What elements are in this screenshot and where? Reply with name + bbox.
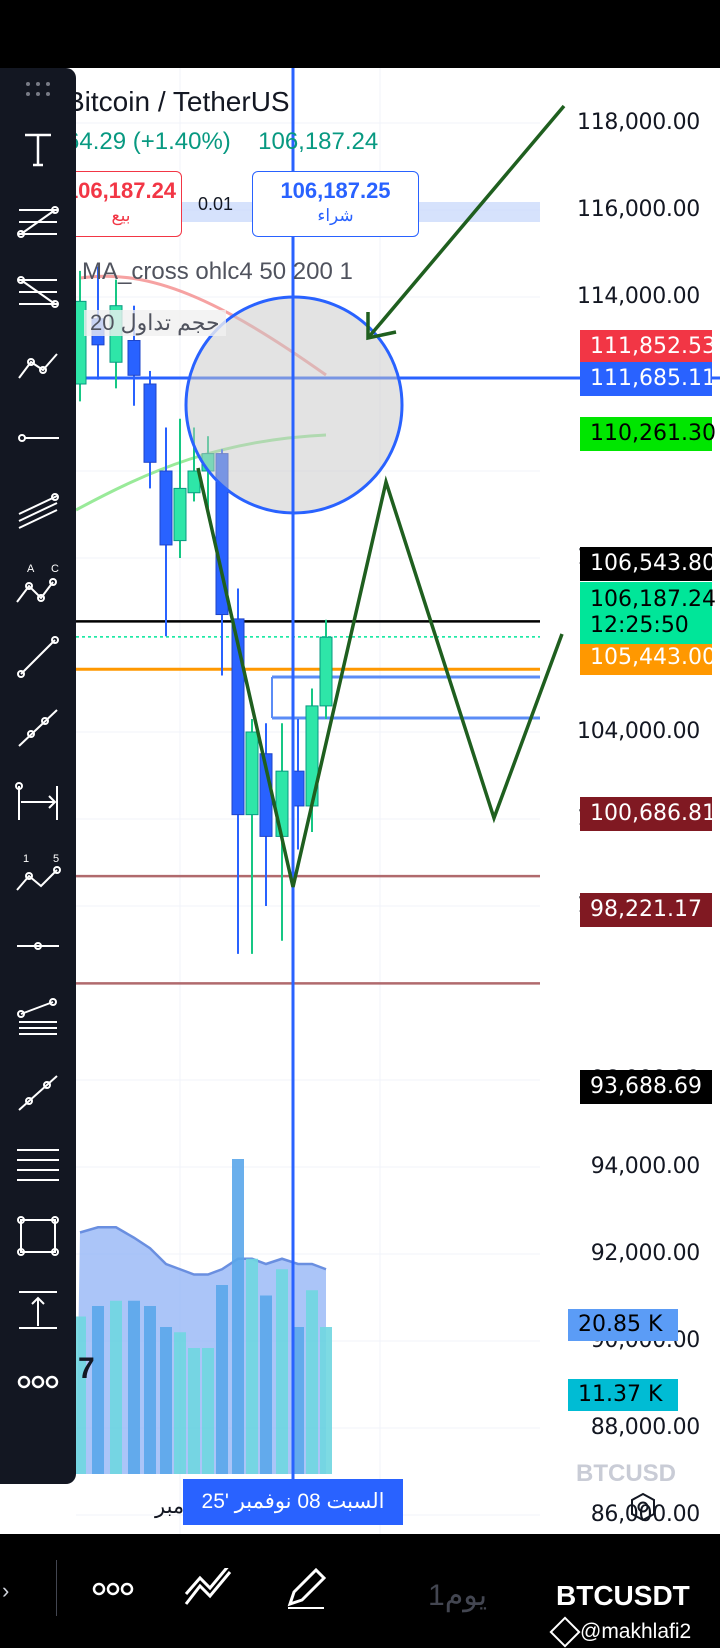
sell-label: بيع bbox=[111, 206, 131, 225]
partial-value: 7 bbox=[78, 1352, 95, 1385]
fib-retracement-icon[interactable] bbox=[8, 194, 68, 250]
chart-area[interactable]: 118,000.00116,000.00114,000.00108,000.00… bbox=[0, 68, 720, 1534]
price-tag: 106,543.80 bbox=[580, 547, 716, 581]
settings-icon[interactable] bbox=[626, 1490, 660, 1524]
volume-bar bbox=[128, 1300, 140, 1474]
indicators-icon[interactable] bbox=[184, 1563, 232, 1613]
candle-body bbox=[143, 383, 157, 463]
price-tag: 98,221.17 bbox=[580, 893, 712, 927]
volume-bar bbox=[260, 1295, 272, 1474]
volume-bar bbox=[188, 1348, 200, 1474]
buy-label: شراء bbox=[317, 206, 354, 225]
svg-text:A: A bbox=[27, 563, 35, 575]
price-tag: 11.37 K bbox=[568, 1379, 678, 1411]
volume-bar bbox=[320, 1327, 332, 1474]
current-price-tag: 106,187.24 12:25:50 bbox=[580, 582, 716, 644]
extended-line-icon[interactable] bbox=[8, 1064, 68, 1120]
candle-body bbox=[245, 731, 259, 816]
volume-bar bbox=[306, 1290, 318, 1474]
grip-icon[interactable] bbox=[8, 74, 68, 104]
volume-bar bbox=[246, 1258, 258, 1474]
interval-button[interactable]: يوم1 bbox=[428, 1578, 487, 1613]
volume-bar bbox=[92, 1306, 104, 1474]
symbol-title[interactable]: Bitcoin / TetherUS bbox=[66, 86, 290, 118]
volume-bar bbox=[202, 1348, 214, 1474]
measure-icon[interactable] bbox=[8, 774, 68, 830]
volume-bar bbox=[232, 1159, 244, 1474]
buy-button[interactable]: 106,187.25 شراء bbox=[252, 171, 419, 237]
volume-bar bbox=[216, 1285, 228, 1474]
price-tag: 20.85 K bbox=[568, 1309, 678, 1341]
price-tag: 111,852.53 bbox=[580, 330, 716, 364]
price-axis-label: 88,000.00 bbox=[590, 1415, 701, 1440]
price-axis-label: 104,000.00 bbox=[577, 719, 700, 744]
pitchfork-icon[interactable] bbox=[8, 990, 68, 1046]
price-tag: 110,261.30 bbox=[580, 417, 716, 451]
more-icon[interactable] bbox=[8, 1354, 68, 1410]
price-tag: 93,688.69 bbox=[580, 1070, 712, 1104]
countdown: 12:25:50 bbox=[590, 613, 689, 638]
volume-bar bbox=[276, 1269, 288, 1474]
current-price: 106,187.24 bbox=[590, 587, 716, 612]
price-axis-label: 92,000.00 bbox=[590, 1241, 701, 1266]
date-left-label: مبر bbox=[155, 1495, 185, 1518]
candle-body bbox=[159, 470, 173, 546]
ma-cross-legend[interactable]: MA_cross ohlc4 50 200 1 bbox=[82, 258, 353, 286]
price-axis-label: 94,000.00 bbox=[590, 1154, 701, 1179]
candle-body bbox=[173, 487, 187, 542]
chevron-right-icon[interactable]: › bbox=[2, 1578, 9, 1604]
ray-icon[interactable] bbox=[8, 700, 68, 756]
credit-row: @makhlafi2 bbox=[549, 1616, 692, 1648]
binance-logo-icon bbox=[549, 1616, 581, 1648]
rectangle-icon[interactable] bbox=[8, 1208, 68, 1264]
price-tag: 105,443.00 bbox=[580, 641, 716, 675]
price-tag: 111,685.11 bbox=[580, 362, 716, 396]
sell-price: 106,187.24 bbox=[65, 178, 177, 203]
volume-bar bbox=[160, 1327, 172, 1474]
volume-bar bbox=[110, 1300, 122, 1474]
buy-price: 106,187.25 bbox=[280, 178, 391, 203]
abcd-pattern-icon[interactable]: AC bbox=[8, 556, 68, 612]
volume-bar bbox=[174, 1332, 186, 1474]
parallel-channel-icon[interactable] bbox=[8, 484, 68, 540]
price-range-icon[interactable] bbox=[8, 1282, 68, 1338]
fib-extension-icon[interactable] bbox=[8, 266, 68, 322]
symbol-stats: 64.29 (+1.40%) 106,187.24 bbox=[66, 128, 378, 156]
date-badge: السبت 08 نوفمبر '25 bbox=[183, 1479, 403, 1525]
drawing-toolbar: AC15 bbox=[0, 68, 76, 1484]
text-tool-icon[interactable] bbox=[8, 122, 68, 178]
pencil-icon[interactable] bbox=[284, 1564, 328, 1615]
sell-button[interactable]: 106,187.24 بيع bbox=[60, 171, 182, 237]
gann-icon[interactable] bbox=[8, 1136, 68, 1192]
divider bbox=[56, 1560, 57, 1616]
credit-label: @makhlafi2 bbox=[580, 1620, 692, 1643]
svg-text:5: 5 bbox=[53, 853, 59, 865]
price-axis-label: 118,000.00 bbox=[577, 110, 700, 135]
symbol-button[interactable]: BTCUSDT bbox=[556, 1580, 690, 1612]
candle-body bbox=[319, 636, 333, 707]
svg-text:C: C bbox=[51, 563, 59, 575]
bottom-bar: › يوم1 BTCUSDT @makhlafi2 bbox=[0, 1534, 720, 1648]
symbol-last: 106,187.24 bbox=[258, 128, 379, 155]
spread-value: 0.01 bbox=[198, 194, 234, 214]
horizontal-ray-icon[interactable] bbox=[8, 410, 68, 466]
price-axis-label: 116,000.00 bbox=[577, 197, 700, 222]
price-tag: 100,686.81 bbox=[580, 797, 716, 831]
svg-text:1: 1 bbox=[23, 853, 29, 865]
candle-body bbox=[127, 340, 141, 376]
watermark: BTCUSD bbox=[576, 1460, 676, 1487]
volume-bar bbox=[144, 1306, 156, 1474]
pattern-icon[interactable] bbox=[8, 338, 68, 394]
watermark-partial bbox=[574, 1534, 694, 1542]
more-menu-icon[interactable] bbox=[92, 1582, 134, 1601]
trend-line-icon[interactable] bbox=[8, 628, 68, 684]
volume-legend[interactable]: حجم تداول 20 bbox=[84, 310, 226, 336]
price-axis-label: 114,000.00 bbox=[577, 284, 700, 309]
symbol-change: 64.29 (+1.40%) bbox=[66, 128, 231, 155]
horizontal-line-icon[interactable] bbox=[8, 918, 68, 974]
elliott-wave-icon[interactable]: 15 bbox=[8, 844, 68, 900]
